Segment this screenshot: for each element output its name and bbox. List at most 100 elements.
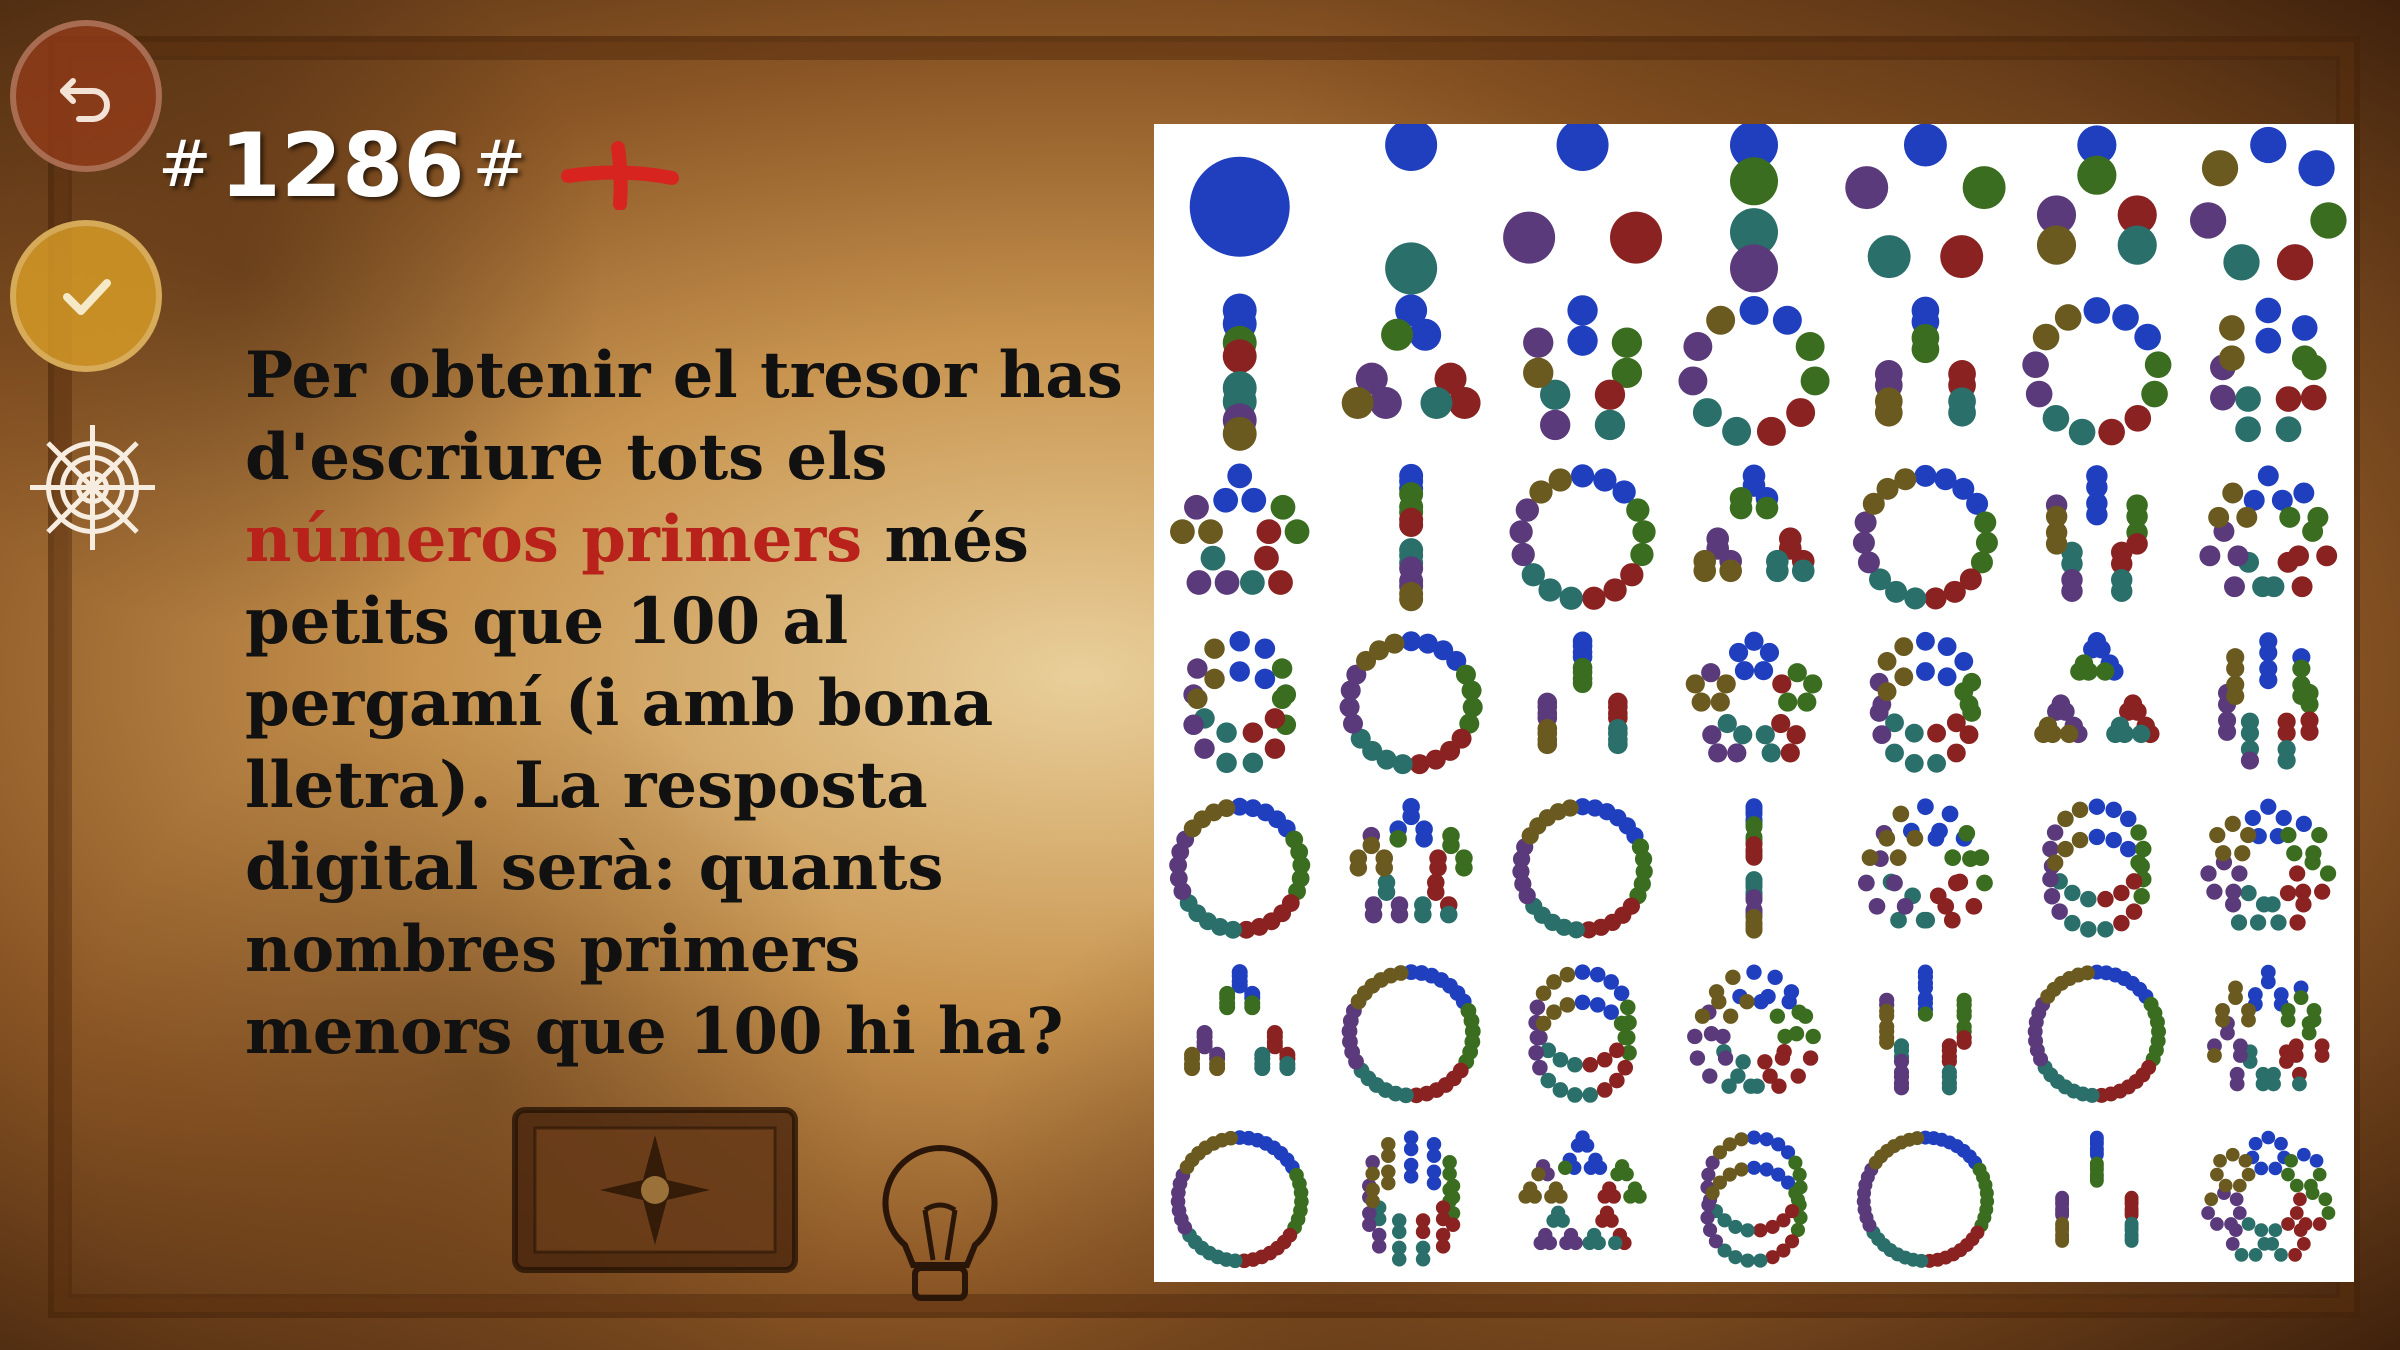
- diagram-dot: [2222, 482, 2244, 504]
- diagram-dot: [1523, 357, 1554, 389]
- check-answer-button[interactable]: [10, 220, 162, 372]
- diagram-dot: [2057, 810, 2074, 828]
- diagram-dot: [1965, 897, 1983, 915]
- diagram-dot: [2079, 965, 2095, 981]
- diagram-dot: [1621, 1014, 1637, 1031]
- diagram-dot: [1381, 318, 1414, 351]
- number-diagram: [1169, 797, 1311, 939]
- diagram-dot: [1914, 464, 1937, 487]
- diagram-dot: [1442, 836, 1460, 855]
- factor-diagram-image: [1154, 124, 2354, 1282]
- diagram-dot: [2095, 662, 2115, 681]
- diagram-dot: [2300, 384, 2327, 411]
- diagram-dot: [1962, 166, 2006, 210]
- diagram-dot: [1415, 1224, 1431, 1240]
- diagram-dot: [2293, 1192, 2307, 1207]
- number-diagram: [1874, 296, 1976, 427]
- diagram-dot: [1264, 708, 1286, 729]
- diagram-dot: [1765, 1250, 1780, 1265]
- back-button[interactable]: [10, 20, 162, 172]
- diagram-dot: [1216, 752, 1237, 774]
- diagram-dot: [2036, 225, 2077, 265]
- treasure-chest-icon: [512, 1107, 798, 1273]
- diagram-dot: [1349, 859, 1368, 877]
- diagram-dot: [1597, 1189, 1612, 1204]
- diagram-dot: [1596, 1082, 1613, 1098]
- diagram-dot: [2291, 315, 2318, 341]
- diagram-dot: [1879, 1034, 1895, 1050]
- number-diagram: [1685, 631, 1823, 763]
- ship-wheel-icon: [30, 425, 155, 550]
- diagram-dot: [1559, 966, 1576, 983]
- diagram-dot: [1791, 559, 1815, 583]
- diagram-dot: [1940, 235, 1984, 279]
- diagram-dot: [1797, 692, 1817, 712]
- diagram-dot: [1439, 905, 1458, 924]
- diagram-dot: [1186, 570, 1212, 595]
- diagram-dot: [1546, 974, 1562, 990]
- number-diagram: [1845, 124, 2006, 279]
- diagram-dot: [1975, 531, 1998, 554]
- diagram-dot: [1381, 1175, 1396, 1191]
- diagram-dot: [1229, 631, 1250, 652]
- diagram-dot: [2275, 386, 2302, 412]
- number-diagram: [1852, 464, 1998, 610]
- diagram-dot: [1219, 999, 1236, 1016]
- diagram-dot: [2068, 418, 2096, 446]
- diagram-dot: [2291, 576, 2313, 598]
- diagram-dot: [2259, 643, 2278, 662]
- diagram-dot: [1603, 578, 1627, 602]
- diagram-dot: [2244, 809, 2261, 827]
- diagram-dot: [1589, 966, 1606, 983]
- number-diagram: [1183, 631, 1297, 774]
- diagram-dot: [1448, 387, 1481, 419]
- diagram-dot: [1918, 911, 1936, 929]
- diagram-dot: [1442, 1166, 1457, 1181]
- diagram-dot: [1728, 642, 1749, 663]
- diagram-dot: [1426, 1148, 1442, 1163]
- number-diagram: [2027, 964, 2167, 1103]
- diagram-dot: [1767, 969, 1783, 986]
- diagram-dot: [2225, 1237, 2240, 1251]
- number-diagram: [1869, 631, 1982, 773]
- diagram-dot: [1769, 1008, 1786, 1024]
- diagram-dot: [1384, 633, 1405, 654]
- diagram-dot: [1710, 692, 1730, 712]
- diagram-dot: [1937, 637, 1957, 657]
- diagram-dot: [2141, 380, 2168, 408]
- diagram-dot: [1531, 1167, 1546, 1182]
- diagram-dot: [2254, 1223, 2269, 1237]
- diagram-dot: [2201, 150, 2239, 187]
- diagram-dot: [1757, 1054, 1773, 1070]
- number-diagram: [2201, 1130, 2336, 1262]
- diagram-dot: [2255, 327, 2282, 354]
- diagram-dot: [1924, 587, 1947, 610]
- diagram-dot: [1204, 668, 1225, 690]
- diagram-dot: [2277, 551, 2299, 573]
- diagram-dot: [2257, 1237, 2272, 1251]
- diagram-dot: [1183, 714, 1204, 735]
- diagram-dot: [1264, 738, 1286, 759]
- diagram-dot: [1753, 1223, 1768, 1238]
- diagram-dot: [1365, 1193, 1380, 1209]
- diagram-dot: [2208, 506, 2230, 528]
- diagram-dot: [1706, 305, 1736, 335]
- settings-wheel-button[interactable]: [25, 420, 160, 555]
- diagram-dot: [2292, 1076, 2307, 1092]
- diagram-dot: [1805, 1028, 1821, 1045]
- diagram-dot: [2284, 1153, 2298, 1168]
- undo-arrow-icon: [60, 78, 110, 122]
- diagram-dot: [1254, 668, 1276, 690]
- diagram-dot: [1715, 1028, 1731, 1045]
- diagram-dot: [2045, 533, 2068, 555]
- diagram-dot: [1544, 1189, 1559, 1204]
- diagram-dot: [2241, 1217, 2256, 1231]
- diagram-dot: [1755, 725, 1775, 745]
- diagram-dot: [2059, 724, 2079, 744]
- hint-button[interactable]: [875, 1140, 1005, 1310]
- number-diagram: [1339, 631, 1483, 775]
- diagram-dot: [1711, 994, 1727, 1010]
- diagram-dot: [2201, 1206, 2215, 1220]
- diagram-dot: [2257, 465, 2279, 487]
- diagram-dot: [2227, 545, 2249, 567]
